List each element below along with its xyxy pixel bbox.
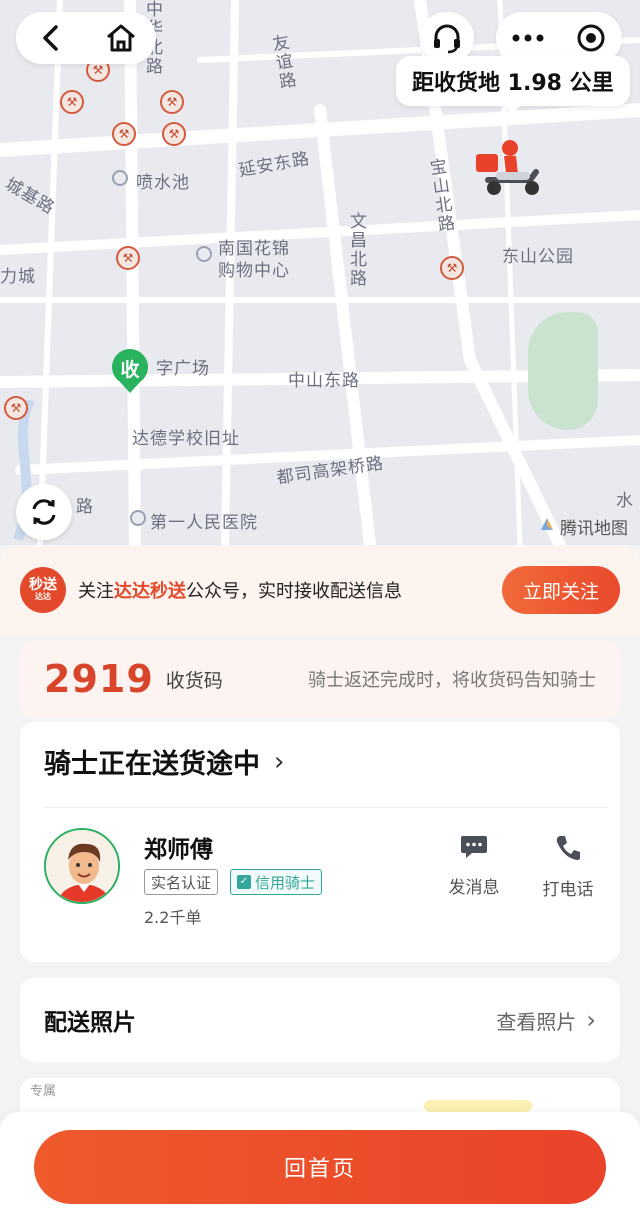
message-label: 发消息 (448, 878, 500, 898)
construction-icon: ⚒ (4, 396, 28, 420)
divider (44, 807, 608, 808)
receive-code-hint: 骑士返还完成时，将收货码告知骑士 (308, 670, 596, 691)
poi-marker-icon (130, 510, 146, 526)
logo-line1: 秒送 (29, 577, 57, 593)
more-icon[interactable] (510, 20, 546, 56)
follow-button[interactable]: 立即关注 (502, 566, 620, 614)
rider-card: 骑士正在送货途中 › 郑师傅 实名认证 ✓ 信用骑士 2.2千单 发消息 打电话 (20, 722, 620, 962)
exclusive-label: 专属 (30, 1084, 57, 1099)
receive-code-number: 2919 (44, 657, 154, 701)
map-label-area: 力城 (0, 267, 36, 287)
rider-scooter-icon (470, 138, 546, 202)
back-home-button[interactable]: 回首页 (34, 1130, 606, 1204)
receive-code-row: 2919 收货码 骑士返还完成时，将收货码告知骑士 (20, 640, 620, 718)
rider-name: 郑师傅 (144, 837, 213, 863)
headset-icon (429, 20, 465, 56)
call-button[interactable]: 打电话 (536, 834, 600, 900)
call-label: 打电话 (542, 880, 594, 900)
map-label-area: 水 (616, 491, 634, 511)
delivery-photo-title: 配送照片 (44, 1010, 136, 1036)
construction-icon: ⚒ (440, 256, 464, 280)
follow-text-suffix: 公众号，实时接收配送信息 (186, 581, 402, 602)
receive-marker-label: 收 (120, 359, 140, 381)
home-icon[interactable] (103, 20, 139, 56)
rider-avatar-icon (46, 830, 118, 902)
logo-line2: 达达 (35, 592, 51, 601)
rider-order-count: 2.2千单 (144, 908, 202, 927)
phone-icon (554, 834, 582, 867)
view-photo-link[interactable]: 查看照片 › (496, 1006, 596, 1035)
follow-text-prefix: 关注 (78, 581, 114, 602)
map-label-poi: 第一人民医院 (150, 513, 258, 533)
map-label-road: 文昌北路 (346, 212, 366, 288)
construction-icon: ⚒ (116, 246, 140, 270)
map-label-road: 路 (76, 497, 94, 517)
verified-badge: 实名认证 (144, 869, 219, 895)
nav-pill (16, 12, 156, 64)
delivery-photo-row[interactable]: 配送照片 查看照片 › (20, 978, 620, 1062)
distance-bubble: 距收货地 1.98 公里 (396, 56, 630, 114)
receive-code-label: 收货码 (165, 669, 223, 692)
follow-banner: 秒送 达达 关注达达秒送公众号，实时接收配送信息 立即关注 (0, 545, 640, 635)
view-photo-label: 查看照片 (496, 1009, 577, 1034)
credit-rider-badge: ✓ 信用骑士 (230, 869, 323, 895)
map-label-poi: 喷水池 (136, 173, 190, 193)
receive-location-marker: 收 (110, 348, 150, 394)
map-label-poi: 达德学校旧址 (132, 429, 240, 449)
poi-marker-icon (112, 170, 128, 186)
delivery-status-text: 骑士正在送货途中 (44, 749, 260, 780)
map-brand-label: 腾讯地图 (560, 519, 628, 539)
back-icon[interactable] (33, 20, 69, 56)
delivery-status-link[interactable]: 骑士正在送货途中 › (44, 742, 284, 781)
map-view[interactable]: 中华北路 友谊路 喷水池 城基路 延安东路 宝山北路 南国花锦 购物中心 文昌北… (0, 0, 640, 545)
construction-icon: ⚒ (162, 122, 186, 146)
credit-check-icon: ✓ (237, 875, 251, 889)
map-label-road: 中山东路 (288, 371, 360, 391)
refresh-button[interactable] (16, 484, 72, 540)
poi-marker-icon (196, 246, 212, 262)
chevron-right-icon: › (586, 1006, 596, 1034)
message-bubble-icon (460, 834, 488, 865)
follow-text: 关注达达秒送公众号，实时接收配送信息 (78, 577, 402, 603)
map-label-poi: 东山公园 (502, 247, 574, 267)
exclusive-highlight-strip (424, 1100, 532, 1112)
map-brand: 腾讯地图 (538, 514, 628, 539)
chevron-right-icon: › (274, 746, 285, 777)
construction-icon: ⚒ (60, 90, 84, 114)
message-button[interactable]: 发消息 (442, 834, 506, 898)
map-label-poi: 字广场 (156, 359, 210, 379)
tencent-map-logo-icon (538, 515, 556, 538)
park-area (528, 312, 598, 430)
close-target-icon[interactable] (573, 20, 609, 56)
construction-icon: ⚒ (112, 122, 136, 146)
dada-logo: 秒送 达达 (20, 567, 66, 613)
avatar[interactable] (44, 828, 120, 904)
refresh-icon (26, 494, 62, 530)
construction-icon: ⚒ (160, 90, 184, 114)
credit-rider-label: 信用骑士 (255, 873, 316, 892)
follow-text-highlight: 达达秒送 (114, 581, 186, 602)
map-label-poi: 购物中心 (218, 261, 290, 281)
